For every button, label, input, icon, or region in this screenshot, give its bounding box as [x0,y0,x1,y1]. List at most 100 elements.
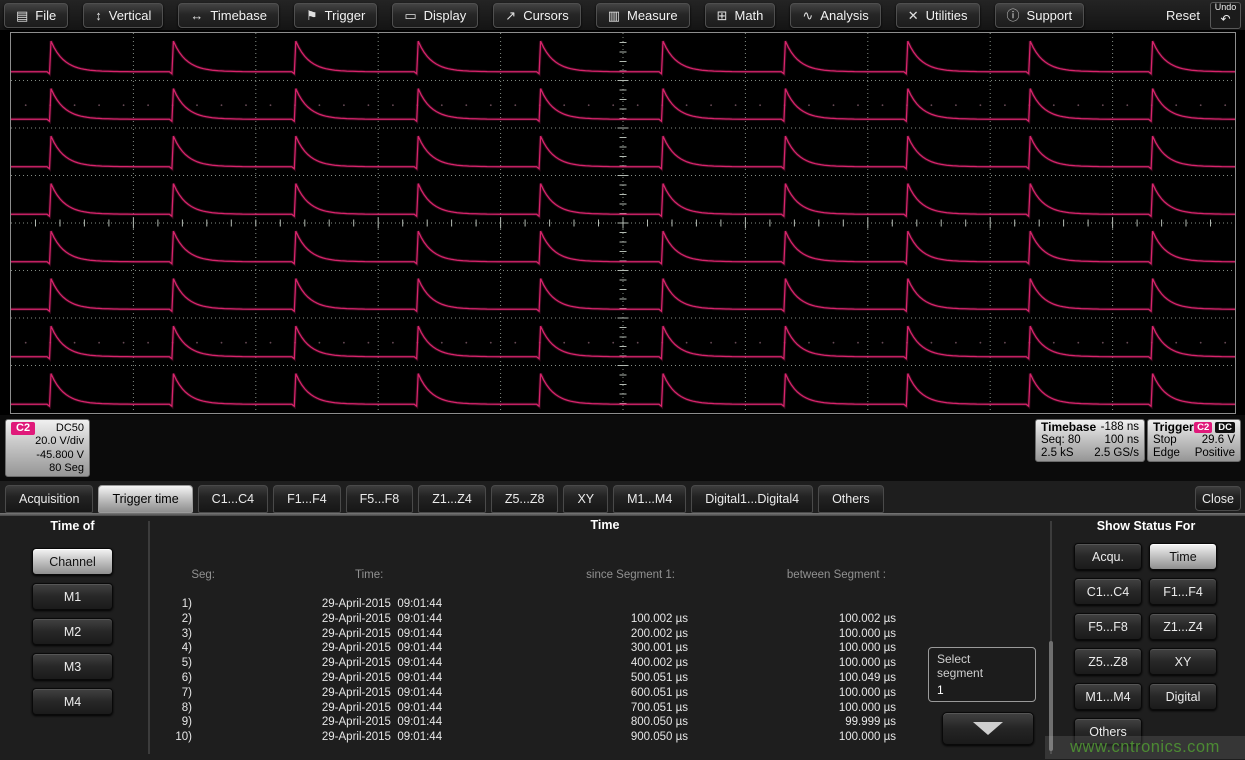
cell-seg: 5) [158,657,192,669]
analysis-chart-icon: ∿ [802,9,813,22]
table-row: 9)29-April-2015 09:01:44800.050 µs99.999… [0,716,920,730]
utilities-tools-icon: ✕ [908,9,919,22]
cell-since-segment: 500.051 µs [535,672,688,684]
waveform-grid[interactable] [10,32,1236,414]
trigger-descriptor[interactable]: Trigger C2 DC Stop 29.6 V Edge Positive [1147,419,1241,462]
status-buttons: Acqu. Time C1...C4 F1...F4 F5...F8 Z1...Z4 Z5.… [1074,543,1219,738]
menu-label: Cursors [523,8,569,23]
info-circle-icon: ⓘ [1007,9,1020,22]
cursor-arrow-icon: ↗ [505,9,516,22]
status-button-f5-f8[interactable]: F5...F8 [1074,613,1142,640]
timebase-per-div: 100 ns [1104,434,1139,447]
table-row: 5)29-April-2015 09:01:44400.002 µs100.00… [0,657,920,671]
menu-button-display[interactable]: ▭ Display [392,3,478,28]
select-segment-box[interactable]: Select segment 1 [928,647,1036,702]
status-button-time[interactable]: Time [1149,543,1217,570]
tab-others[interactable]: Others [818,485,884,513]
status-button-m1-m4[interactable]: M1...M4 [1074,683,1142,710]
cell-since-segment: 200.002 µs [535,628,688,640]
timebase-label: Timebase [1041,421,1096,434]
reset-button[interactable]: Reset [1166,8,1200,23]
undo-arrow-icon: ↶ [1220,13,1230,26]
cell-time: 29-April-2015 09:01:44 [298,598,466,610]
tab-z1-z4[interactable]: Z1...Z4 [418,485,486,513]
descriptor-strip: C2 DC50 20.0 V/div -45.800 V 80 Seg Time… [0,415,1245,481]
cell-seg: 4) [158,642,192,654]
status-button-c1-c4[interactable]: C1...C4 [1074,578,1142,605]
header-time: Time: [355,569,383,581]
channel-offset: -45.800 V [11,449,84,463]
status-button-f1-f4[interactable]: F1...F4 [1149,578,1217,605]
menu-button-analysis[interactable]: ∿Analysis [790,3,880,28]
timebase-descriptor[interactable]: Timebase -188 ns Seq: 80 100 ns 2.5 kS 2… [1035,419,1145,462]
cell-seg: 9) [158,716,192,728]
status-button-acqu[interactable]: Acqu. [1074,543,1142,570]
menu-label: File [35,8,56,23]
cell-seg: 3) [158,628,192,640]
cell-time: 29-April-2015 09:01:44 [298,642,466,654]
menu-button-utilities[interactable]: ✕ Utilities [896,3,980,28]
cell-since-segment: 800.050 µs [535,716,688,728]
horizontal-arrows-icon: ↔ [190,9,203,22]
tab-digital1-digital4[interactable]: Digital1...Digital4 [691,485,813,513]
cell-between-segment: 100.049 µs [742,672,896,684]
menu-button-support[interactable]: ⓘ Support [995,3,1085,28]
trigger-slope: Positive [1195,447,1235,460]
select-segment-label: Select segment [937,652,1027,680]
menu-button-file[interactable]: ▤ File [4,3,68,28]
timebase-delay: -188 ns [1101,421,1139,434]
header-seg: Seg: [170,569,215,581]
cell-between-segment: 100.000 µs [742,687,896,699]
cell-seg: 2) [158,613,192,625]
header-between-segment: between Segment : [730,569,886,581]
cell-time: 29-April-2015 09:01:44 [298,672,466,684]
measure-ruler-icon: ▥ [608,9,620,22]
time-of-button-channel[interactable]: Channel [32,548,113,575]
channel-segments: 80 Seg [11,462,84,476]
cell-time: 29-April-2015 09:01:44 [298,657,466,669]
status-button-z5-z8[interactable]: Z5...Z8 [1074,648,1142,675]
cell-between-segment: 100.000 µs [742,657,896,669]
cell-time: 29-April-2015 09:01:44 [298,731,466,743]
segment-down-button[interactable] [942,712,1034,745]
menu-right-group: Reset Undo ↶ [1166,2,1245,29]
tab-c1-c4[interactable]: C1...C4 [198,485,268,513]
menu-button-cursors[interactable]: ↗ Cursors [493,3,580,28]
status-button-digital[interactable]: Digital [1149,683,1217,710]
tabs-divider [0,513,1245,516]
cell-seg: 6) [158,672,192,684]
vertical-arrows-icon: ↕ [95,9,102,22]
menu-button-math[interactable]: ⊞Math [705,3,776,28]
tab-f5-f8[interactable]: F5...F8 [346,485,414,513]
menu-label: Math [734,8,763,23]
menu-label: Utilities [926,8,968,23]
undo-button[interactable]: Undo ↶ [1210,2,1241,29]
tab-m1-m4[interactable]: M1...M4 [613,485,686,513]
scrollbar-thumb[interactable] [1049,641,1053,751]
display-screen-icon: ▭ [404,9,416,22]
menu-button-timebase[interactable]: ↔Timebase [178,3,279,28]
trigger-type: Edge [1153,447,1180,460]
oscilloscope-screen: ▤File↕Vertical↔Timebase⚑Trigger▭Display↗… [0,0,1245,760]
status-button-xy[interactable]: XY [1149,648,1217,675]
status-button-z1-z4[interactable]: Z1...Z4 [1149,613,1217,640]
table-row: 10)29-April-2015 09:01:44900.050 µs100.0… [0,731,920,745]
tab-f1-f4[interactable]: F1...F4 [273,485,341,513]
tab-trigger-time[interactable]: Trigger time [98,485,192,513]
menu-button-vertical[interactable]: ↕Vertical [83,3,163,28]
cell-since-segment: 900.050 µs [535,731,688,743]
tab-z5-z8[interactable]: Z5...Z8 [491,485,559,513]
cell-between-segment: 99.999 µs [742,716,896,728]
channel-coupling: DC50 [56,421,84,435]
channel-descriptor-c2[interactable]: C2 DC50 20.0 V/div -45.800 V 80 Seg [5,419,90,477]
waveform-display-region [0,30,1245,415]
menu-button-measure[interactable]: ▥Measure [596,3,690,28]
close-button[interactable]: Close [1195,486,1241,511]
tab-acquisition[interactable]: Acquisition [5,485,93,513]
file-icon: ▤ [16,9,28,22]
menu-label: Display [424,8,467,23]
tab-xy[interactable]: XY [563,485,608,513]
menu-button-trigger[interactable]: ⚑Trigger [294,3,377,28]
menu-label: Support [1027,8,1073,23]
show-status-title: Show Status For [1066,519,1226,533]
